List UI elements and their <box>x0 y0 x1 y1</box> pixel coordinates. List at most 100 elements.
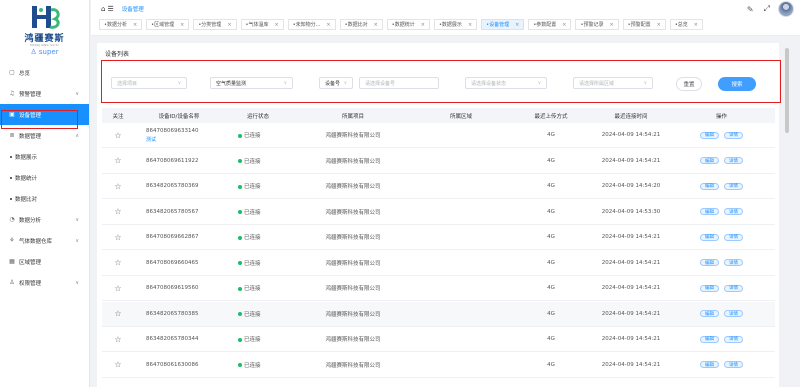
sidebar-item[interactable]: ▦ 区域管理 <box>0 251 89 272</box>
reset-button[interactable]: 重置 <box>676 77 702 91</box>
close-icon[interactable]: × <box>326 22 330 28</box>
star-icon[interactable]: ☆ <box>114 233 121 242</box>
detail-button[interactable]: 详情 <box>724 310 743 317</box>
detail-button[interactable]: 详情 <box>724 208 743 215</box>
edit-button[interactable]: 编辑 <box>700 310 719 317</box>
edit-button[interactable]: 编辑 <box>700 361 719 368</box>
star-icon[interactable]: ☆ <box>114 182 121 191</box>
header-cell: 所属区域 <box>449 113 472 120</box>
bell-icon: ♫ <box>9 90 15 97</box>
theme-icon[interactable]: ✎ <box>747 5 754 14</box>
tab[interactable]: • 气体温库 × <box>240 19 284 30</box>
tab[interactable]: • 设备管理 × <box>481 19 525 30</box>
tab[interactable]: • 未知物分... × <box>287 19 336 30</box>
tab[interactable]: • 总览 × <box>669 19 703 30</box>
close-icon[interactable]: × <box>694 22 698 28</box>
star-icon[interactable]: ☆ <box>114 335 121 344</box>
status-dot-icon <box>238 337 242 342</box>
star-icon[interactable]: ☆ <box>114 131 121 140</box>
close-icon[interactable]: × <box>609 22 613 28</box>
status-select[interactable]: 请选择设备状态 ∨ <box>465 77 547 89</box>
sidebar-item-label: 气体数据仓库 <box>19 238 53 245</box>
edit-button[interactable]: 编辑 <box>700 157 719 164</box>
tab-bar: • 数据分析 × • 区域管理 × • 分类管理 × • 气体温库 × • 未知物分... × • … <box>99 19 703 30</box>
star-icon[interactable]: ☆ <box>114 156 121 165</box>
edit-button[interactable]: 编辑 <box>700 284 719 292</box>
close-icon[interactable]: × <box>227 22 231 28</box>
close-icon[interactable]: × <box>133 22 137 28</box>
detail-button[interactable]: 详情 <box>724 157 743 164</box>
edit-button[interactable]: 编辑 <box>700 335 719 343</box>
tab-label: 预警配置 <box>630 22 651 28</box>
sidebar-item[interactable]: ♫ 预警管理 ∨ <box>0 83 89 104</box>
star-icon[interactable]: ☆ <box>114 258 121 267</box>
table-row: ☆ 863482065780344 已连接 鸿疆赛斯科技有限公司 4G 2024-04-0… <box>102 327 775 352</box>
detail-button[interactable]: 详情 <box>724 361 743 368</box>
tab[interactable]: • 预警配置 × <box>622 19 666 30</box>
type-select[interactable]: 空气质量监测 ∨ <box>210 77 293 89</box>
status-cell: 已连接 <box>224 233 292 241</box>
tab[interactable]: • 数据比对 × <box>339 19 383 30</box>
star-icon[interactable]: ☆ <box>114 309 121 318</box>
edit-button[interactable]: 编辑 <box>700 233 719 241</box>
star-icon[interactable]: ☆ <box>114 207 121 216</box>
device-no-input[interactable]: 请选择设备号 <box>359 77 439 89</box>
tab[interactable]: • 区域管理 × <box>146 19 190 30</box>
tab[interactable]: • 分类管理 × <box>193 19 237 30</box>
sidebar-item[interactable]: 数据展示 <box>0 146 89 167</box>
tab[interactable]: • 参数配置 × <box>528 19 572 30</box>
table-row: ☆ 864708061630086 已连接 鸿疆赛斯科技有限公司 4G 2024-04-0… <box>102 352 775 378</box>
detail-button[interactable]: 详情 <box>724 233 743 241</box>
sidebar: 鸿疆赛斯 HONGJIANG SAISI ♙ super ▢ 总览 ♫ 预警管理 ∨ ▣ 设… <box>0 0 90 387</box>
detail-button[interactable]: 详情 <box>724 259 743 266</box>
chevron-down-icon: ∨ <box>343 80 347 86</box>
star-icon[interactable]: ☆ <box>114 284 121 293</box>
star-icon[interactable]: ☆ <box>114 360 121 369</box>
highlight-box <box>1 110 78 129</box>
sidebar-item[interactable]: ⚘ 气体数据仓库 ∨ <box>0 230 89 251</box>
edit-button[interactable]: 编辑 <box>700 259 719 266</box>
sidebar-item[interactable]: ♙ 权限管理 ∨ <box>0 272 89 293</box>
upload-cell: 4G <box>547 132 555 138</box>
edit-button[interactable]: 编辑 <box>700 182 719 190</box>
region-select[interactable]: 请选择所属区域 ∨ <box>573 77 653 89</box>
scrollbar[interactable] <box>785 48 789 133</box>
tab[interactable]: • 数据展示 × <box>433 19 478 30</box>
project-select[interactable]: 选择项目 ∨ <box>111 77 187 89</box>
tab[interactable]: • 预警记录 × <box>575 19 619 30</box>
edit-button[interactable]: 编辑 <box>700 131 719 139</box>
close-icon[interactable]: × <box>562 22 566 28</box>
upload-cell: 4G <box>547 336 555 342</box>
detail-button[interactable]: 详情 <box>724 182 743 190</box>
tab[interactable]: • 数据分析 × <box>99 19 143 30</box>
fullscreen-icon[interactable]: ⤢ <box>764 4 770 14</box>
sidebar-item[interactable]: 数据统计 <box>0 167 89 188</box>
close-icon[interactable]: × <box>374 22 378 28</box>
tab[interactable]: • 数据统计 × <box>386 19 430 30</box>
close-icon[interactable]: × <box>468 22 472 28</box>
device-id-cell: 864708069633140 测试 <box>134 128 224 143</box>
edit-button[interactable]: 编辑 <box>700 208 719 215</box>
search-button[interactable]: 搜索 <box>718 77 756 91</box>
close-icon[interactable]: × <box>274 22 278 28</box>
close-icon[interactable]: × <box>515 22 519 28</box>
close-icon[interactable]: × <box>657 22 661 28</box>
detail-button[interactable]: 详情 <box>724 335 743 343</box>
detail-button[interactable]: 详情 <box>724 131 743 139</box>
sidebar-item[interactable]: ◔ 数据分析 ∨ <box>0 209 89 230</box>
project-cell: 鸿疆赛斯科技有限公司 <box>325 286 381 292</box>
tab-label: 数据展示 <box>441 22 462 28</box>
close-icon[interactable]: × <box>421 22 425 28</box>
sidebar-item[interactable]: ▢ 总览 <box>0 62 89 83</box>
time-cell: 2024-04-09 14:54:21 <box>601 132 661 138</box>
top-actions: ✎ ⤢ <box>747 4 770 14</box>
sidebar-item[interactable]: 数据比对 <box>0 188 89 209</box>
home-icon[interactable]: ⌂ <box>101 5 105 13</box>
menu-toggle-icon[interactable]: ☰ <box>107 5 113 13</box>
close-icon[interactable]: × <box>180 22 184 28</box>
avatar[interactable] <box>778 1 794 17</box>
device-name[interactable]: 测试 <box>146 136 224 143</box>
detail-button[interactable]: 详情 <box>724 284 743 292</box>
search-field-select[interactable]: 设备号 ∨ <box>319 77 353 89</box>
chevron-down-icon: ∨ <box>75 90 79 97</box>
